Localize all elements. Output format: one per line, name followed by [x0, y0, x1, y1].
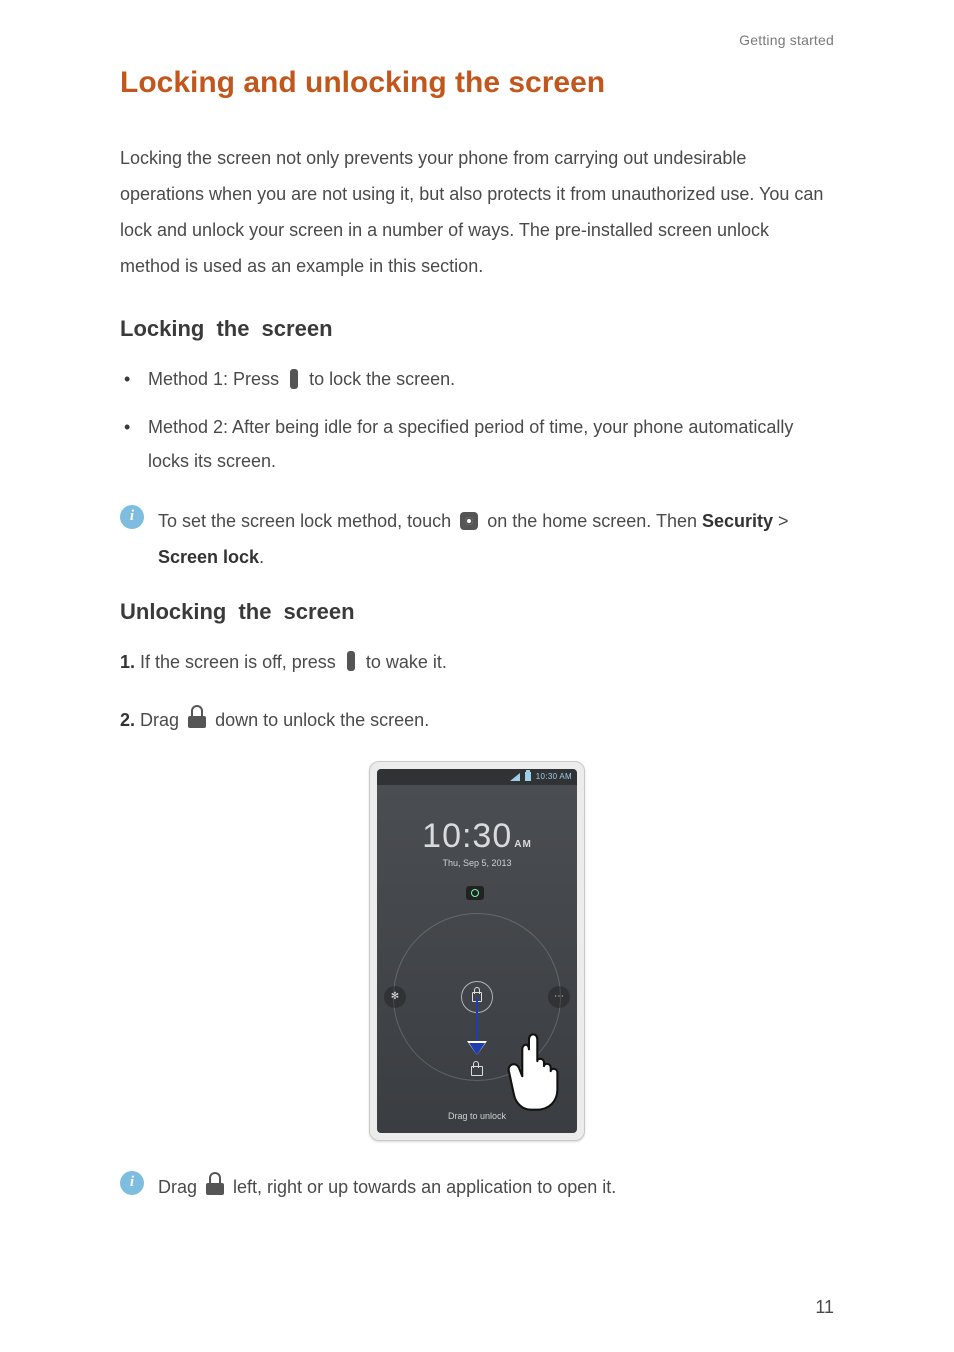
- drag-arrow-icon: [476, 997, 478, 1053]
- method-1-text-b: to lock the screen.: [309, 369, 455, 389]
- ring-target-left: ✻: [384, 986, 406, 1008]
- lock-icon: [206, 1179, 224, 1195]
- lockscreen-clock: 10:30AM Thu, Sep 5, 2013: [377, 817, 577, 868]
- step-1-text-a: If the screen is off, press: [140, 652, 341, 672]
- unlocking-tip: i Drag left, right or up towards an appl…: [120, 1169, 834, 1205]
- page-title: Locking and unlocking the screen: [120, 66, 834, 100]
- page: Getting started Locking and unlocking th…: [0, 0, 954, 1352]
- page-number: 11: [815, 1297, 834, 1318]
- info-icon: i: [120, 505, 144, 529]
- info-icon: i: [120, 1171, 144, 1195]
- step-1: 1. If the screen is off, press to wake i…: [120, 645, 834, 679]
- power-button-icon: [347, 651, 355, 671]
- unlocking-tip-text: Drag left, right or up towards an applic…: [158, 1169, 616, 1205]
- step-2: 2. Drag down to unlock the screen.: [120, 703, 834, 737]
- clock-time: 10:30AM: [377, 817, 577, 856]
- locking-tip: i To set the screen lock method, touch o…: [120, 503, 834, 575]
- tip-security: Security: [702, 511, 773, 531]
- tip2-a: Drag: [158, 1177, 202, 1197]
- tip-screenlock: Screen lock: [158, 547, 259, 567]
- heading-locking: Locking the screen: [120, 316, 834, 342]
- method-1: Method 1: Press to lock the screen.: [120, 362, 834, 396]
- battery-icon: [525, 772, 531, 781]
- status-time: 10:30 AM: [536, 772, 572, 781]
- step-1-number: 1.: [120, 652, 135, 672]
- phone-screen: 10:30 AM 10:30AM Thu, Sep 5, 2013 ✻ ⋯ D: [377, 769, 577, 1133]
- intro-paragraph: Locking the screen not only prevents you…: [120, 140, 834, 284]
- tip-sep: >: [773, 511, 789, 531]
- mini-lock-icon: [471, 1066, 483, 1076]
- step-2-number: 2.: [120, 710, 135, 730]
- heading-unlocking: Unlocking the screen: [120, 599, 834, 625]
- phone-frame: 10:30 AM 10:30AM Thu, Sep 5, 2013 ✻ ⋯ D: [369, 761, 585, 1141]
- tip-a: To set the screen lock method, touch: [158, 511, 456, 531]
- status-bar: 10:30 AM: [377, 769, 577, 785]
- method-2: Method 2: After being idle for a specifi…: [120, 410, 834, 478]
- locking-methods-list: Method 1: Press to lock the screen. Meth…: [120, 362, 834, 479]
- signal-icon: [510, 773, 520, 781]
- method-1-text-a: Method 1: Press: [148, 369, 284, 389]
- tip-b: on the home screen. Then: [487, 511, 702, 531]
- clock-time-value: 10:30: [422, 817, 512, 855]
- locking-tip-text: To set the screen lock method, touch on …: [158, 503, 834, 575]
- tip-end: .: [259, 547, 264, 567]
- lock-icon: [188, 712, 206, 728]
- clock-ampm: AM: [514, 839, 532, 850]
- running-header: Getting started: [120, 32, 834, 48]
- step-2-text-a: Drag: [140, 710, 184, 730]
- step-2-text-b: down to unlock the screen.: [215, 710, 429, 730]
- unlocking-steps: 1. If the screen is off, press to wake i…: [120, 645, 834, 737]
- hand-pointer-icon: [497, 1021, 577, 1113]
- clock-date: Thu, Sep 5, 2013: [377, 858, 577, 868]
- power-button-icon: [290, 369, 298, 389]
- step-1-text-b: to wake it.: [366, 652, 447, 672]
- phone-figure: 10:30 AM 10:30AM Thu, Sep 5, 2013 ✻ ⋯ D: [120, 761, 834, 1141]
- ring-target-unlock: [466, 1060, 488, 1082]
- ring-target-camera: [466, 886, 484, 900]
- settings-icon: [460, 512, 478, 530]
- tip2-b: left, right or up towards an application…: [233, 1177, 616, 1197]
- ring-target-right: ⋯: [548, 986, 570, 1008]
